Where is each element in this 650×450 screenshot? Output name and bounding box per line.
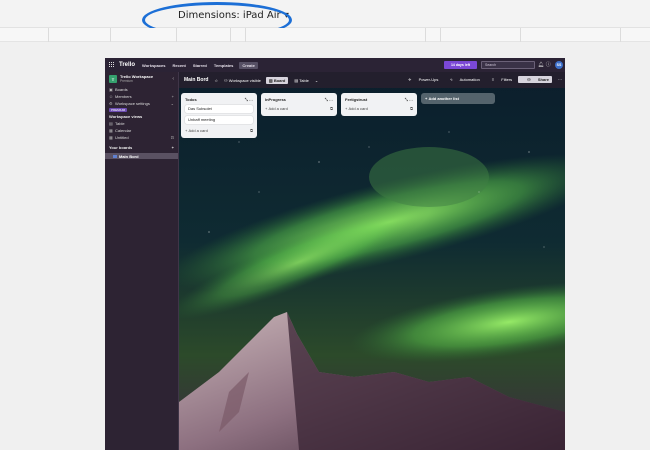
card-template-icon[interactable]: ⧉ [250, 128, 253, 133]
sidebar-item-main-bord[interactable]: Main Bord [105, 153, 178, 159]
add-card-button[interactable]: + Add a card ⧉ [345, 105, 413, 112]
power-ups-button[interactable]: ✈ Power-Ups [402, 77, 438, 82]
trial-button[interactable]: 14 days left [444, 61, 477, 69]
board-title[interactable]: Main Bord [184, 77, 208, 83]
table-view-button[interactable]: ▤ Table [294, 78, 308, 83]
list-menu-icon[interactable]: ⤡ ⋯ [245, 97, 253, 102]
list-title[interactable]: InProgress [265, 97, 286, 102]
rocket-icon: ✈ [408, 77, 413, 82]
list-fertigstrust: Fertigstrust ⤡ ⋯ + Add a card ⧉ [341, 93, 417, 116]
automation-button[interactable]: ϟ Automation [444, 77, 479, 82]
list-menu-icon[interactable]: ⤡ ⋯ [325, 97, 333, 102]
ruler-tick [245, 28, 246, 42]
add-board-icon[interactable]: + [172, 145, 174, 150]
list-title[interactable]: Fertigstrust [345, 97, 367, 102]
lock-icon: ⊡ [170, 135, 174, 140]
app-switcher-icon[interactable] [109, 62, 115, 68]
more-icon[interactable]: ⋯ [558, 77, 562, 82]
device-ruler [0, 28, 650, 42]
sidebar-item-untitled[interactable]: ▦ Untitled ⊡ [105, 134, 178, 141]
card[interactable]: Unbaff meeting [185, 116, 253, 124]
your-boards-heading: Your boards + [109, 145, 174, 150]
sidebar-item-settings[interactable]: ⚙ Workspace settings ⌄ [105, 100, 178, 107]
premium-badge: PREMIUM [109, 108, 128, 112]
card-template-icon[interactable]: ⧉ [330, 106, 333, 111]
workspace-badge: T [109, 75, 117, 83]
ruler-tick [520, 28, 521, 42]
device-viewport: Trello Workspaces Recent Starred Templat… [105, 58, 565, 450]
share-icon: ⚇ [527, 77, 532, 82]
ruler-tick [230, 28, 231, 42]
workspace-plan: Premium [120, 79, 133, 83]
devtools-toolbar: Dimensions: iPad Air ▾ [0, 0, 650, 38]
star-icon[interactable]: ☆ [214, 78, 218, 83]
trello-logo[interactable]: Trello [119, 62, 135, 68]
board-header: Main Bord ☆ ⚇ Workspace visible ▥ Board … [179, 72, 565, 88]
notifications-icon[interactable]: 🔔︎ ⓘ [538, 61, 551, 68]
ruler-tick [48, 28, 49, 42]
share-button[interactable]: ⚇ Share [518, 76, 552, 83]
list-title[interactable]: Todos [185, 97, 197, 102]
ruler-tick [176, 28, 177, 42]
trello-top-nav: Trello Workspaces Recent Starred Templat… [105, 58, 565, 72]
add-list-button[interactable]: + Add another list [421, 93, 495, 104]
ruler-tick [440, 28, 441, 42]
filters-button[interactable]: ≡ Filters [486, 77, 512, 82]
sidebar-item-boards[interactable]: ▣ Boards [105, 86, 178, 93]
board-view-button[interactable]: ▥ Board [265, 76, 289, 84]
ruler-tick [620, 28, 621, 42]
list-todos: Todos ⤡ ⋯ Das Subsolet Unbaff meeting + A… [181, 93, 257, 138]
add-card-button[interactable]: + Add a card ⧉ [185, 127, 253, 134]
views-chevron-icon[interactable]: ⌄ [315, 78, 318, 83]
workspace-visible-button[interactable]: ⚇ Workspace visible [224, 78, 261, 83]
card[interactable]: Das Subsolet [185, 105, 253, 113]
workspace-views-heading: Workspace views [109, 114, 143, 119]
board-thumbnail [113, 154, 117, 158]
add-card-button[interactable]: + Add a card ⧉ [265, 105, 333, 112]
sidebar: T Trello Workspace Premium ‹ ▣ Boards ☺ Me… [105, 72, 179, 450]
list-menu-icon[interactable]: ⤡ ⋯ [405, 97, 413, 102]
card-template-icon[interactable]: ⧉ [410, 106, 413, 111]
ruler-tick [425, 28, 426, 42]
list-inprogress: InProgress ⤡ ⋯ + Add a card ⧉ [261, 93, 337, 116]
sidebar-item-calendar[interactable]: ▦ Calendar [105, 127, 178, 134]
nav-workspaces[interactable]: Workspaces [142, 63, 166, 68]
avatar[interactable]: SS [555, 61, 563, 69]
plus-icon[interactable]: + [172, 94, 174, 99]
bolt-icon: ϟ [450, 77, 454, 82]
collapse-sidebar-icon[interactable]: ‹ [172, 76, 174, 82]
workspace-header[interactable]: T Trello Workspace Premium ‹ [105, 72, 178, 86]
chevron-down-icon: ⌄ [170, 101, 174, 106]
sidebar-item-table[interactable]: ▤ Table [105, 120, 178, 127]
sidebar-item-members[interactable]: ☺ Members + [105, 93, 178, 100]
search-input[interactable]: Search [481, 61, 535, 69]
nav-recent[interactable]: Recent [173, 63, 186, 68]
nav-starred[interactable]: Starred [193, 63, 207, 68]
nav-templates[interactable]: Templates [214, 63, 234, 68]
filter-icon: ≡ [491, 77, 496, 82]
create-button[interactable]: Create [239, 61, 258, 69]
ruler-tick [110, 28, 111, 42]
